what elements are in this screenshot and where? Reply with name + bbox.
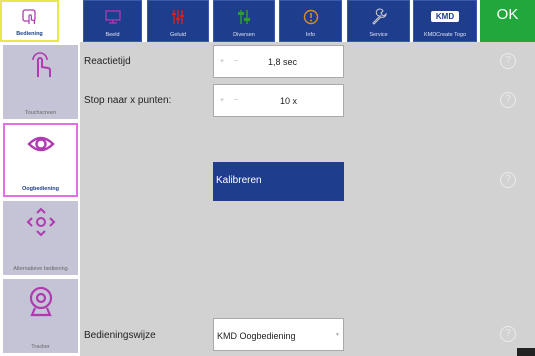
- monitor-icon: [104, 1, 122, 32]
- direction-arrows-icon: [26, 207, 56, 242]
- bedieningswijze-value: KMD Oogbediening: [217, 331, 296, 341]
- ok-button[interactable]: OK: [480, 0, 535, 42]
- info-icon: [302, 1, 320, 32]
- tab-kmdcreate-togo[interactable]: KMD KMDCreate Togo: [413, 0, 477, 42]
- reactietijd-label: Reactietijd: [84, 56, 131, 67]
- reactietijd-value: 1,8 sec: [267, 57, 297, 67]
- tab-bediening[interactable]: Bediening: [0, 0, 59, 42]
- tab-label: Service: [369, 32, 388, 38]
- touch-hand-icon: [26, 51, 56, 86]
- sidebar-item-oogbediening[interactable]: Oogbediening: [3, 123, 78, 197]
- hand-pointer-icon: [21, 2, 39, 31]
- sidebar-item-label: Tracker: [31, 344, 50, 350]
- wrench-icon: [370, 1, 388, 32]
- webcam-icon: [26, 285, 56, 322]
- sliders-icon: [169, 1, 187, 32]
- sidebar-item-tracker[interactable]: Tracker: [3, 279, 78, 353]
- tab-geluid[interactable]: Geluid: [147, 0, 209, 42]
- sidebar-item-label: Oogbediening: [22, 186, 59, 192]
- tab-label: Geluid: [170, 32, 186, 38]
- tab-label: KMDCreate Togo: [423, 32, 467, 38]
- reactietijd-stepper[interactable]: + − 1,8 sec: [213, 45, 344, 78]
- stop-punten-value: 10 x: [279, 96, 297, 106]
- ok-label: OK: [496, 6, 519, 23]
- bedieningswijze-label: Bedieningswijze: [84, 330, 156, 341]
- bedieningswijze-select[interactable]: KMD Oogbediening ▼: [213, 318, 344, 351]
- stepper-buttons[interactable]: + −: [220, 97, 242, 104]
- stop-punten-stepper[interactable]: + − 10 x: [213, 84, 344, 117]
- kmd-logo-icon: KMD: [430, 1, 460, 32]
- sidebar-item-alternatieve-bediening[interactable]: Alternatieve bediening: [3, 201, 78, 275]
- help-icon[interactable]: ?: [500, 326, 516, 342]
- tab-label: Diversen: [233, 32, 255, 38]
- dropdown-arrow-icon: ▼: [335, 332, 340, 338]
- help-icon[interactable]: ?: [500, 53, 516, 69]
- help-icon[interactable]: ?: [500, 172, 516, 188]
- stepper-buttons[interactable]: + −: [220, 58, 242, 65]
- stop-punten-label: Stop naar x punten:: [84, 95, 172, 106]
- kmd-logo-text: KMD: [430, 11, 460, 22]
- help-icon[interactable]: ?: [500, 92, 516, 108]
- tab-beeld[interactable]: Beeld: [83, 0, 142, 42]
- tab-info[interactable]: Info: [279, 0, 342, 42]
- sidebar-item-label: Touchscreen: [24, 110, 57, 116]
- sidebar: Touchscreen Oogbediening Alternatieve be…: [0, 42, 80, 356]
- tab-diversen[interactable]: Diversen: [213, 0, 275, 42]
- sidebar-item-label: Alternatieve bediening: [13, 266, 68, 272]
- tab-label: Beeld: [105, 32, 120, 38]
- corner-decoration: [517, 348, 535, 356]
- tab-label: Info: [305, 32, 316, 38]
- kalibreren-button[interactable]: Kalibreren: [213, 162, 344, 201]
- tab-label: Bediening: [16, 31, 43, 37]
- tab-service[interactable]: Service: [347, 0, 410, 42]
- top-tab-bar: Bediening Beeld Geluid Diversen Info Ser…: [0, 0, 535, 42]
- settings-sliders-icon: [235, 1, 253, 32]
- eye-icon: [26, 131, 56, 162]
- sidebar-item-touchscreen[interactable]: Touchscreen: [3, 45, 78, 119]
